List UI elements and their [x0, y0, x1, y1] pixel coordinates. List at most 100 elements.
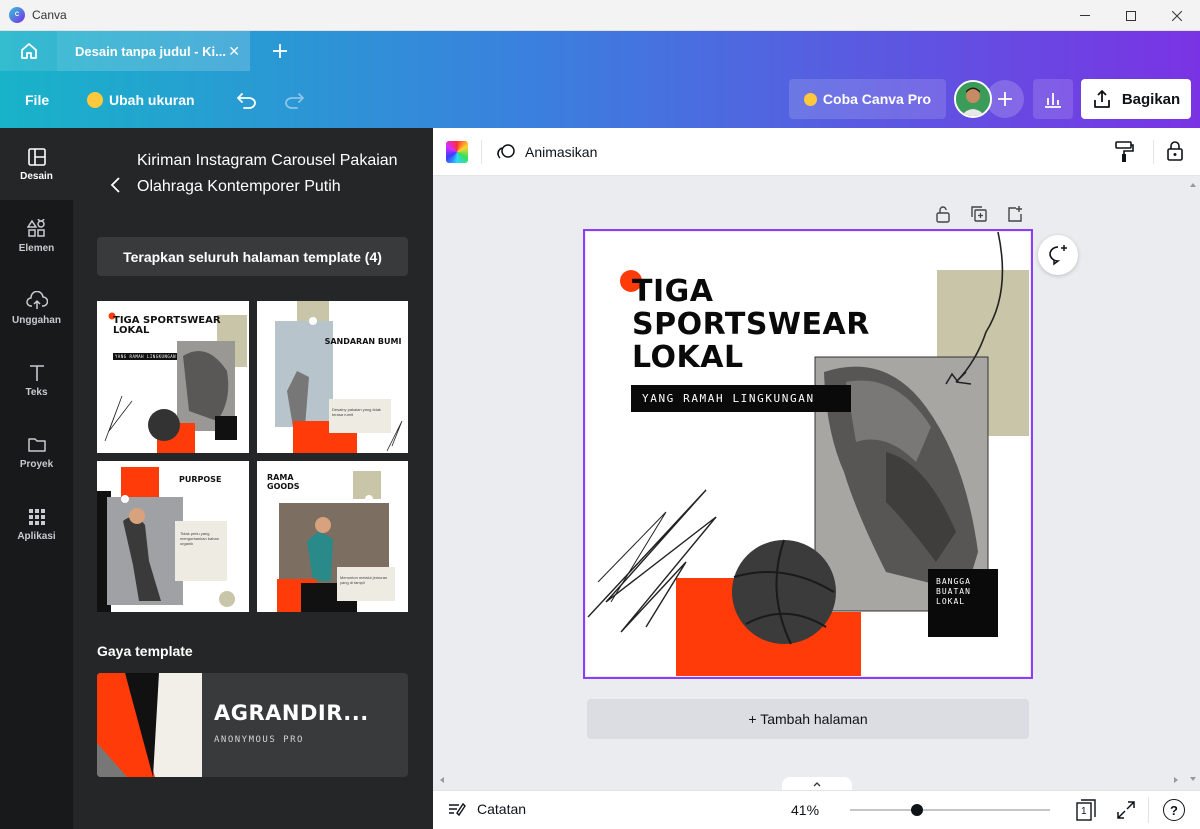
rail-label: Teks: [25, 386, 48, 398]
try-pro-button[interactable]: Coba Canva Pro: [789, 79, 946, 119]
template-thumb-1[interactable]: TIGA SPORTSWEAR LOKAL YANG RAMAH LINGKUN…: [97, 301, 249, 453]
upload-share-icon: [1093, 90, 1110, 108]
style-font: ANONYMOUS PRO: [214, 735, 304, 745]
add-page-icon: [1008, 206, 1022, 222]
redo-button[interactable]: [283, 71, 305, 128]
resize-label: Ubah ukuran: [109, 91, 195, 108]
scroll-right-icon: [1174, 777, 1178, 783]
rail-item-text[interactable]: Teks: [0, 344, 73, 416]
apply-all-pages-button[interactable]: Terapkan seluruh halaman template (4): [97, 237, 408, 276]
divider: [1153, 140, 1154, 164]
thumb-title: SANDARAN BUMI: [324, 337, 402, 346]
headline-line-1: TIGA: [632, 274, 714, 309]
design-page[interactable]: TIGA SPORTSWEAR LOKAL YANG RAMAH LINGKUN…: [586, 232, 1030, 676]
show-pages-button[interactable]: [782, 777, 852, 791]
rail-item-apps[interactable]: Aplikasi: [0, 488, 73, 560]
folder-icon: [27, 437, 46, 452]
plus-icon: [998, 92, 1012, 106]
undo-button[interactable]: [236, 71, 258, 128]
lock-icon: [1167, 141, 1183, 161]
add-page-button[interactable]: [1006, 205, 1024, 225]
tab-close-icon[interactable]: ✕: [228, 43, 240, 60]
canva-logo-icon: C: [9, 7, 25, 23]
expand-icon: [1117, 801, 1135, 819]
thumb-sub: Desainy pakaian yang tidak terasa rumit: [332, 407, 381, 417]
help-button[interactable]: ?: [1163, 799, 1185, 821]
template-style-heading: Gaya template: [97, 643, 193, 659]
duplicate-page-button[interactable]: [970, 205, 988, 225]
undo-icon: [237, 92, 256, 109]
design-badge: BANGGA BUATAN LOKAL: [936, 577, 971, 607]
add-comment-button[interactable]: [1038, 235, 1078, 275]
headline-line-2: SPORTSWEAR: [632, 307, 870, 342]
rail-label: Unggahan: [12, 314, 61, 326]
thumb-sub: YANG RAMAH LINGKUNGAN: [115, 354, 177, 359]
redo-icon: [285, 92, 304, 109]
zoom-percent[interactable]: 41%: [791, 802, 819, 818]
template-thumb-2[interactable]: SANDARAN BUMI Desainy pakaian yang tidak…: [257, 301, 408, 453]
template-thumb-3[interactable]: PURPOSE Tidak perlu yang mengorbankan ba…: [97, 461, 249, 612]
thumb-sub: Tidak perlu yang mengorbankan bahan orga…: [180, 531, 219, 546]
comment-add-icon: [1049, 245, 1067, 266]
page-count: 1: [1081, 806, 1087, 817]
template-thumb-4[interactable]: RAMA GOODS Menonton melalui jemuran yang…: [257, 461, 408, 612]
back-arrow-icon[interactable]: [109, 176, 123, 194]
rail-label: Elemen: [18, 242, 55, 254]
animate-icon: [497, 144, 515, 159]
add-page-bar[interactable]: + Tambah halaman: [587, 699, 1029, 739]
minimize-icon[interactable]: [1062, 0, 1108, 31]
page-lock-button[interactable]: [934, 205, 952, 225]
tab-label: Desain tanpa judul - Ki...: [75, 43, 226, 59]
fullscreen-button[interactable]: [1116, 800, 1136, 820]
tab-design[interactable]: Desain tanpa judul - Ki... ✕: [57, 31, 250, 71]
avatar[interactable]: [954, 80, 992, 118]
rail-item-projects[interactable]: Proyek: [0, 416, 73, 488]
style-name: AGRANDIR...: [214, 701, 369, 725]
maximize-icon[interactable]: [1108, 0, 1154, 31]
notes-button[interactable]: Catatan: [447, 800, 526, 818]
badge-line-3: LOKAL: [936, 597, 966, 606]
grid-icon: [28, 508, 45, 525]
close-icon[interactable]: [1154, 0, 1200, 31]
insights-button[interactable]: [1033, 79, 1073, 119]
lock-button[interactable]: [1166, 140, 1184, 162]
rail-item-elements[interactable]: Elemen: [0, 200, 73, 272]
style-preview-image: [97, 673, 202, 777]
scroll-left-icon: [440, 777, 444, 783]
scroll-down-icon: [1190, 777, 1196, 781]
divider: [1148, 797, 1149, 823]
zoom-slider-handle[interactable]: [911, 804, 923, 816]
unlock-icon: [936, 206, 950, 223]
design-tagline: YANG RAMAH LINGKUNGAN: [642, 392, 815, 405]
divider: [481, 140, 482, 164]
rail-item-uploads[interactable]: Unggahan: [0, 272, 73, 344]
paint-roller-icon: [1115, 141, 1134, 162]
help-icon: ?: [1170, 802, 1178, 818]
menu-bar: File Ubah ukuran Coba Canva Pro Bagikan: [0, 71, 1200, 128]
color-picker-button[interactable]: [446, 141, 468, 163]
paint-format-button[interactable]: [1113, 140, 1135, 164]
thumb-title: TIGA SPORTSWEAR LOKAL: [113, 315, 221, 336]
design-panel: Kiriman Instagram Carousel Pakaian Olahr…: [73, 128, 433, 829]
rail-label: Proyek: [19, 458, 54, 470]
headline-line-3: LOKAL: [632, 340, 744, 375]
bar-chart-icon: [1045, 93, 1061, 108]
animate-button[interactable]: Animasikan: [495, 140, 597, 164]
resize-button[interactable]: Ubah ukuran: [87, 71, 195, 128]
rail-item-design[interactable]: Desain: [0, 128, 73, 200]
home-button[interactable]: [0, 31, 57, 71]
thumb-sub: Menonton melalui jemuran yang di tampil: [340, 575, 388, 585]
notes-label: Catatan: [477, 801, 527, 817]
template-style-card[interactable]: AGRANDIR... ANONYMOUS PRO: [97, 673, 408, 777]
file-menu[interactable]: File: [25, 71, 49, 128]
new-tab-button[interactable]: [265, 36, 295, 66]
page-count-button[interactable]: 1: [1076, 799, 1096, 821]
thumb-title: PURPOSE: [179, 475, 222, 484]
rail-label: Aplikasi: [17, 530, 56, 542]
vertical-scrollbar[interactable]: [1186, 176, 1200, 790]
thumb-title: RAMA GOODS: [267, 473, 300, 491]
share-label: Bagikan: [1121, 90, 1181, 108]
zoom-slider[interactable]: [850, 804, 1050, 816]
left-rail: Desain Elemen Unggahan Teks Proyek Aplik…: [0, 128, 73, 829]
share-button[interactable]: Bagikan: [1081, 79, 1191, 119]
